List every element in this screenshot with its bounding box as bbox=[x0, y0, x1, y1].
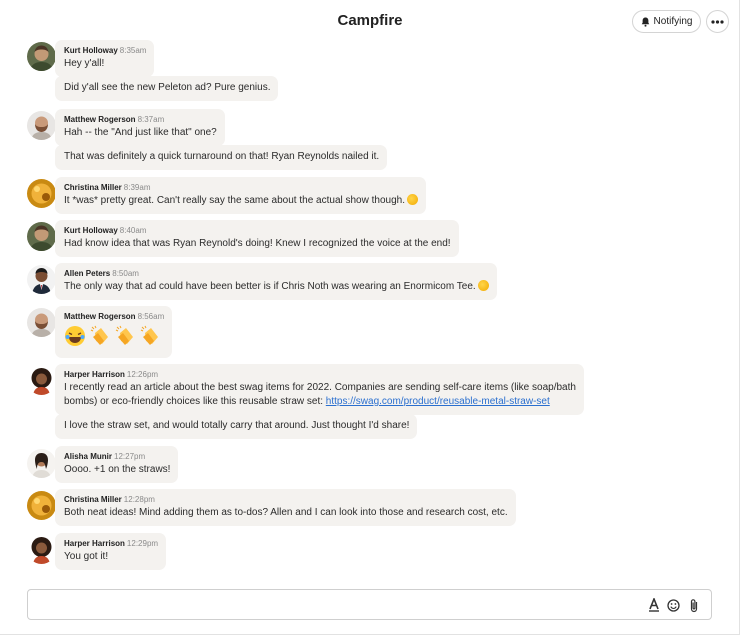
message-bubble: Did y'all see the new Peleton ad? Pure g… bbox=[55, 76, 279, 101]
message-bubble: That was definitely a quick turnaround o… bbox=[55, 145, 388, 170]
message-link[interactable]: https://swag.com/product/reusable-metal-… bbox=[326, 396, 550, 407]
avatar[interactable] bbox=[27, 179, 56, 208]
message-time: 8:50am bbox=[112, 269, 139, 278]
message-bubble: Harper Harrison 12:26pm I recently read a… bbox=[55, 364, 584, 415]
message-bubble: Harper Harrison 12:29pm You got it! bbox=[55, 533, 167, 570]
message-text: I love the straw set, and would totally … bbox=[64, 420, 410, 431]
attachment-icon[interactable] bbox=[686, 597, 701, 613]
message-bubble: I love the straw set, and would totally … bbox=[55, 414, 418, 439]
message-time: 12:29pm bbox=[126, 539, 159, 548]
message-time: 12:28pm bbox=[123, 495, 155, 504]
message-author: Harper Harrison bbox=[64, 539, 125, 548]
message-author: Harper Harrison bbox=[64, 370, 125, 379]
message-author: Matthew Rogerson bbox=[64, 115, 136, 124]
message-bubble: Alisha Munir 12:27pm Oooo. +1 on the stra… bbox=[55, 446, 179, 483]
ellipsis-icon bbox=[711, 19, 724, 24]
message-time: 8:56am bbox=[137, 312, 165, 321]
message-composer bbox=[27, 589, 712, 620]
message-time: 8:35am bbox=[119, 46, 147, 55]
message-bubble: Kurt Holloway 8:35am Hey y'all! bbox=[55, 40, 155, 77]
text-format-icon[interactable] bbox=[646, 597, 661, 613]
message-text: Oooo. +1 on the straws! bbox=[64, 464, 171, 475]
avatar[interactable] bbox=[27, 42, 56, 71]
message-time: 12:26pm bbox=[126, 370, 159, 379]
message-text: Both neat ideas! Mind adding them as to-… bbox=[64, 507, 508, 518]
message-time: 12:27pm bbox=[114, 452, 146, 461]
avatar[interactable] bbox=[27, 111, 56, 140]
message-text: You got it! bbox=[64, 551, 109, 562]
message-bubble: Christina Miller 12:28pm Both neat ideas!… bbox=[55, 489, 516, 526]
message-time: 8:37am bbox=[137, 115, 165, 124]
clapping-hands-icon bbox=[114, 325, 136, 347]
message-text: Had know idea that was Ryan Reynold's do… bbox=[64, 238, 451, 249]
header: Campfire Notifying bbox=[0, 0, 740, 42]
message-text: It *was* pretty great. Can't really say … bbox=[64, 195, 405, 206]
message-text: The only way that ad could have been bet… bbox=[64, 281, 476, 292]
avatar[interactable] bbox=[27, 222, 56, 251]
avatar[interactable] bbox=[27, 366, 56, 395]
emoji-icon[interactable] bbox=[666, 597, 681, 613]
message-text: That was definitely a quick turnaround o… bbox=[64, 151, 380, 162]
message-bubble: Matthew Rogerson 8:37am Hah -- the "And j… bbox=[55, 109, 225, 146]
bell-icon bbox=[641, 17, 649, 27]
clapping-hands-icon bbox=[89, 325, 111, 347]
page-title: Campfire bbox=[337, 12, 403, 29]
message-author: Allen Peters bbox=[64, 269, 111, 278]
message-input[interactable] bbox=[36, 596, 636, 614]
message-time: 8:40am bbox=[119, 226, 147, 235]
avatar[interactable] bbox=[27, 535, 56, 564]
laughing-crying-face-icon bbox=[64, 325, 86, 347]
message-text: Hah -- the "And just like that" one? bbox=[64, 127, 217, 138]
message-author: Alisha Munir bbox=[64, 452, 113, 461]
message-text: Hey y'all! bbox=[64, 58, 105, 69]
avatar[interactable] bbox=[27, 265, 56, 294]
notifying-button[interactable]: Notifying bbox=[632, 10, 701, 33]
message-bubble: Matthew Rogerson 8:56am bbox=[55, 306, 173, 358]
message-text: Did y'all see the new Peleton ad? Pure g… bbox=[64, 82, 271, 93]
laughing-crying-face-icon bbox=[477, 280, 489, 291]
message-bubble: Christina Miller 8:39am It *was* pretty g… bbox=[55, 177, 426, 214]
campfire-window: Campfire Notifying Kurt Holloway 8:35am H… bbox=[0, 0, 740, 635]
message-author: Christina Miller bbox=[64, 183, 122, 192]
message-bubble: Kurt Holloway 8:40am Had know idea that w… bbox=[55, 220, 459, 257]
message-bubble: Allen Peters 8:50am The only way that ad … bbox=[55, 263, 497, 300]
message-author: Matthew Rogerson bbox=[64, 312, 136, 321]
avatar[interactable] bbox=[27, 449, 56, 478]
more-options-button[interactable] bbox=[706, 10, 729, 33]
message-time: 8:39am bbox=[123, 183, 151, 192]
message-text: I recently read an article about the bes… bbox=[64, 382, 576, 393]
avatar[interactable] bbox=[27, 491, 56, 520]
message-text: bombs) or eco-friendly choices like this… bbox=[64, 396, 323, 407]
message-author: Christina Miller bbox=[64, 495, 122, 504]
notifying-label: Notifying bbox=[653, 16, 693, 27]
drooling-face-icon bbox=[407, 194, 418, 205]
message-author: Kurt Holloway bbox=[64, 46, 118, 55]
avatar[interactable] bbox=[27, 308, 56, 337]
message-author: Kurt Holloway bbox=[64, 226, 118, 235]
clapping-hands-icon bbox=[139, 325, 161, 347]
